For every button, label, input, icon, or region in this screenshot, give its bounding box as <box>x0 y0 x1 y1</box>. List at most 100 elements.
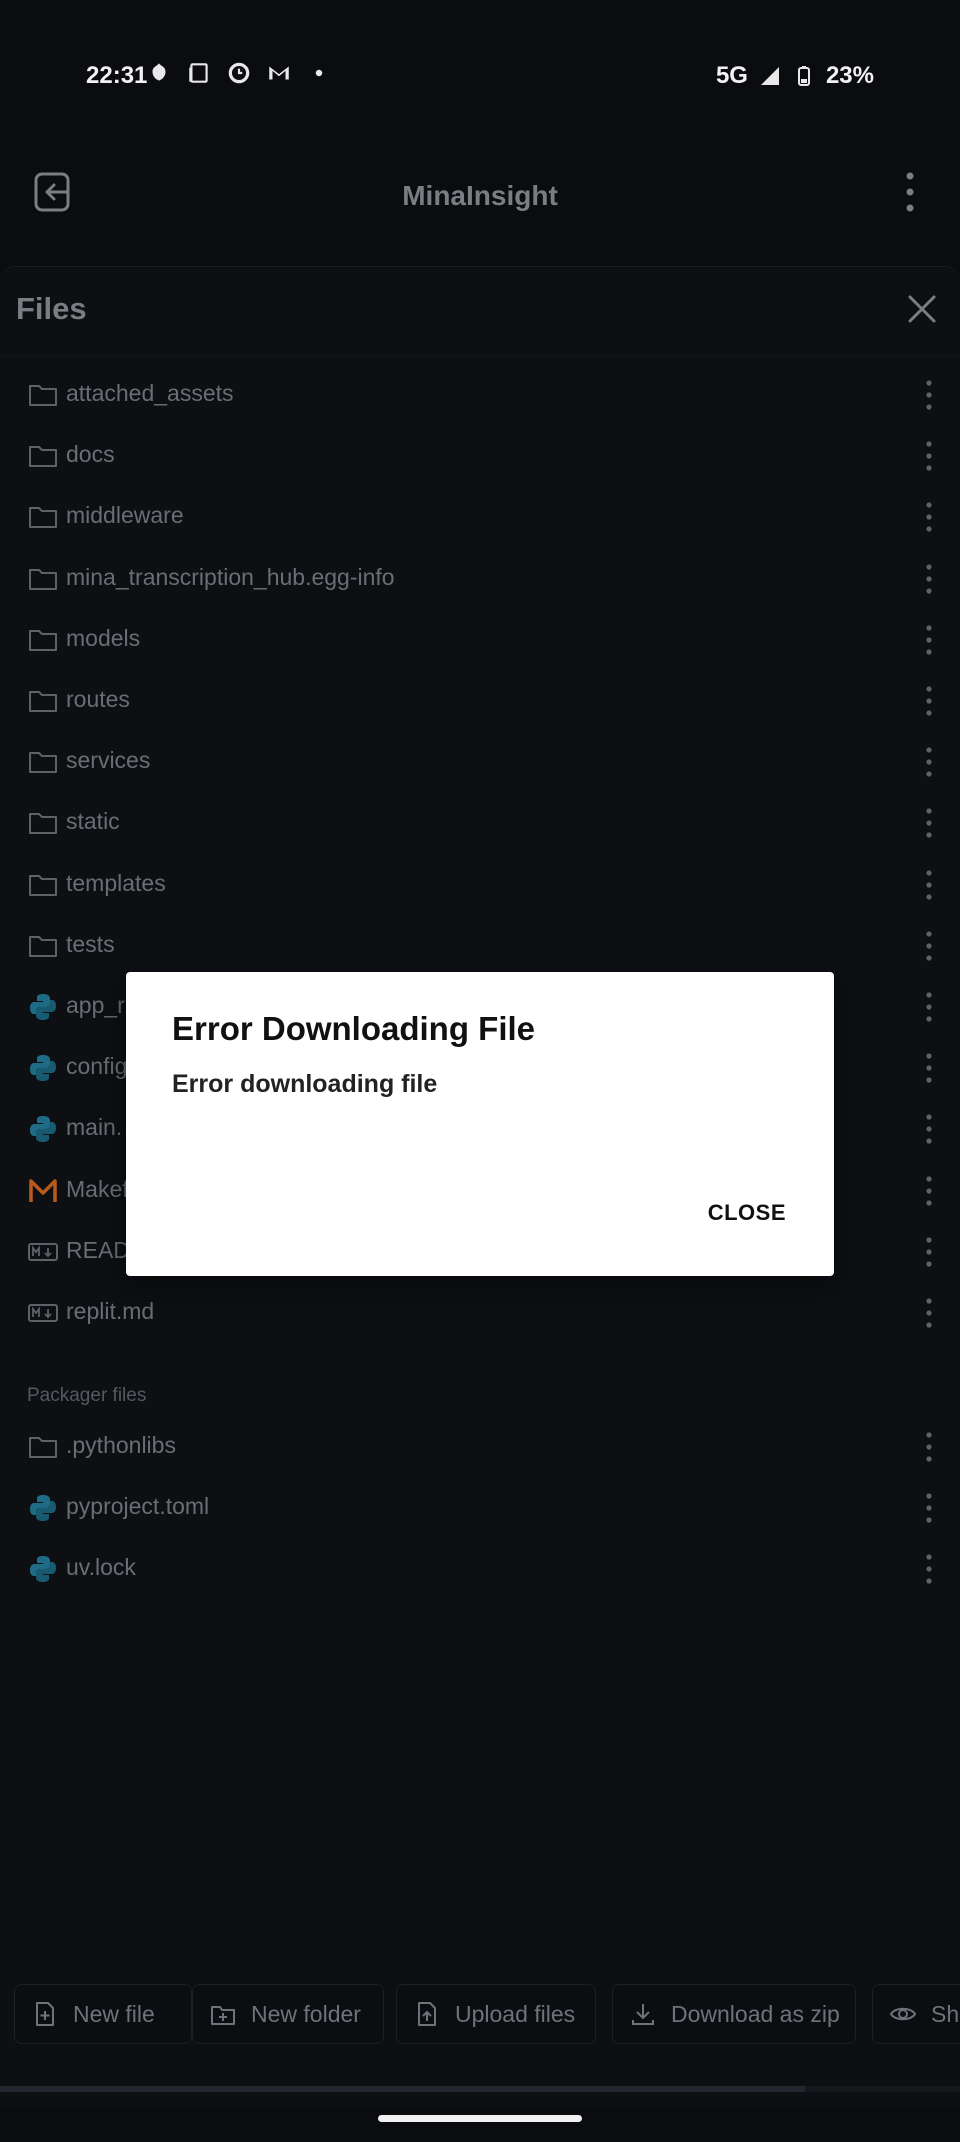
file-label: static <box>66 808 120 835</box>
download-zip-button[interactable]: Download as zip <box>612 1984 856 2044</box>
row-kebab-menu-icon[interactable] <box>924 1174 934 1208</box>
battery-label: 23% <box>825 62 874 89</box>
file-row[interactable]: mina_transcription_hub.egg-info <box>0 550 960 610</box>
row-kebab-menu-icon[interactable] <box>924 1552 934 1586</box>
file-label: mina_transcription_hub.egg-info <box>66 563 395 590</box>
file-row[interactable]: models <box>0 611 960 671</box>
folder-icon <box>28 686 58 716</box>
row-kebab-menu-icon[interactable] <box>924 929 934 963</box>
folder-icon <box>28 870 58 900</box>
python-icon <box>28 1053 58 1083</box>
gmail-icon <box>269 66 289 80</box>
folder-icon <box>28 808 58 838</box>
row-kebab-menu-icon[interactable] <box>924 562 934 596</box>
upload-files-button[interactable]: Upload files <box>396 1984 596 2044</box>
file-label: uv.lock <box>66 1554 136 1581</box>
dialog-message: Error downloading file <box>172 1070 438 1098</box>
file-label: routes <box>66 686 130 712</box>
folder-icon <box>28 625 58 655</box>
file-row[interactable]: routes <box>0 672 960 732</box>
eye-icon <box>889 2007 917 2021</box>
row-kebab-menu-icon[interactable] <box>924 1491 934 1525</box>
dialog-close-button[interactable]: CLOSE <box>708 1200 786 1226</box>
row-kebab-menu-icon[interactable] <box>924 1112 934 1146</box>
status-right: 5G 23% <box>716 62 874 90</box>
clock-icon <box>228 62 250 84</box>
upload-icon <box>418 2002 436 2026</box>
panel-divider <box>0 355 960 356</box>
file-row[interactable]: templates <box>0 856 960 916</box>
upload-files-label: Upload files <box>455 2000 576 2027</box>
toolbar-scroll-thumb[interactable] <box>0 2086 805 2092</box>
row-kebab-menu-icon[interactable] <box>924 990 934 1024</box>
file-label: config <box>66 1053 128 1080</box>
row-kebab-menu-icon[interactable] <box>924 500 934 534</box>
new-folder-icon <box>211 2006 235 2025</box>
file-label: tests <box>66 930 115 957</box>
app-bar: MinaInsight <box>0 150 960 270</box>
file-row[interactable]: pyproject.toml <box>0 1479 960 1539</box>
python-icon <box>28 992 58 1022</box>
file-label: READ <box>66 1236 130 1263</box>
file-label: app_r <box>66 992 125 1018</box>
file-label: main. <box>66 1114 123 1141</box>
file-row[interactable]: replit.md <box>0 1284 960 1344</box>
kebab-menu-icon[interactable] <box>900 170 920 214</box>
markdown-icon <box>28 1298 58 1328</box>
signal-icon <box>760 67 779 85</box>
row-kebab-menu-icon[interactable] <box>924 745 934 779</box>
folder-icon <box>28 747 58 777</box>
row-kebab-menu-icon[interactable] <box>924 1296 934 1330</box>
file-label: replit.md <box>66 1298 155 1324</box>
packager-section-label: Packager files <box>27 1385 147 1406</box>
battery-icon <box>797 66 810 86</box>
row-kebab-menu-icon[interactable] <box>924 1235 934 1269</box>
dot-icon <box>315 69 323 77</box>
new-folder-label: New folder <box>251 2000 361 2027</box>
close-icon[interactable] <box>906 293 938 325</box>
markdown-icon <box>28 1237 58 1267</box>
row-kebab-menu-icon[interactable] <box>924 1430 934 1464</box>
status-left-icons <box>146 60 332 86</box>
folder-icon <box>28 502 58 532</box>
new-file-icon <box>36 2002 54 2026</box>
error-dialog: Error Downloading File Error downloading… <box>126 972 834 1276</box>
new-file-label: New file <box>73 2000 155 2027</box>
file-label: attached_assets <box>66 380 234 406</box>
row-kebab-menu-icon[interactable] <box>924 1051 934 1085</box>
folder-icon <box>28 1432 58 1462</box>
show-button[interactable]: Sh <box>872 1984 960 2044</box>
file-label: .pythonlibs <box>66 1432 176 1458</box>
row-kebab-menu-icon[interactable] <box>924 806 934 840</box>
python-icon <box>28 1554 58 1584</box>
folder-icon <box>28 931 58 961</box>
row-kebab-menu-icon[interactable] <box>924 623 934 657</box>
file-row[interactable]: static <box>0 794 960 854</box>
python-icon <box>28 1114 58 1144</box>
file-row[interactable]: docs <box>0 427 960 487</box>
panel-title: Files <box>16 291 87 326</box>
python-icon <box>28 1493 58 1523</box>
file-row[interactable]: services <box>0 733 960 793</box>
file-row[interactable]: attached_assets <box>0 366 960 426</box>
folder-icon <box>28 380 58 410</box>
file-label: docs <box>66 441 115 468</box>
file-label: middleware <box>66 502 184 529</box>
document-icon <box>189 63 208 83</box>
new-file-button[interactable]: New file <box>14 1984 192 2044</box>
file-row[interactable]: uv.lock <box>0 1540 960 1600</box>
dialog-title: Error Downloading File <box>172 1010 536 1047</box>
file-label: models <box>66 624 141 651</box>
file-row[interactable]: .pythonlibs <box>0 1418 960 1478</box>
file-label: pyproject.toml <box>66 1493 210 1520</box>
download-zip-label: Download as zip <box>671 2000 840 2027</box>
file-row[interactable]: tests <box>0 917 960 977</box>
new-folder-button[interactable]: New folder <box>192 1984 384 2044</box>
row-kebab-menu-icon[interactable] <box>924 378 934 412</box>
file-row[interactable]: middleware <box>0 488 960 548</box>
row-kebab-menu-icon[interactable] <box>924 868 934 902</box>
row-kebab-menu-icon[interactable] <box>924 684 934 718</box>
file-label: services <box>66 747 151 774</box>
home-indicator[interactable] <box>378 2115 582 2122</box>
row-kebab-menu-icon[interactable] <box>924 439 934 473</box>
